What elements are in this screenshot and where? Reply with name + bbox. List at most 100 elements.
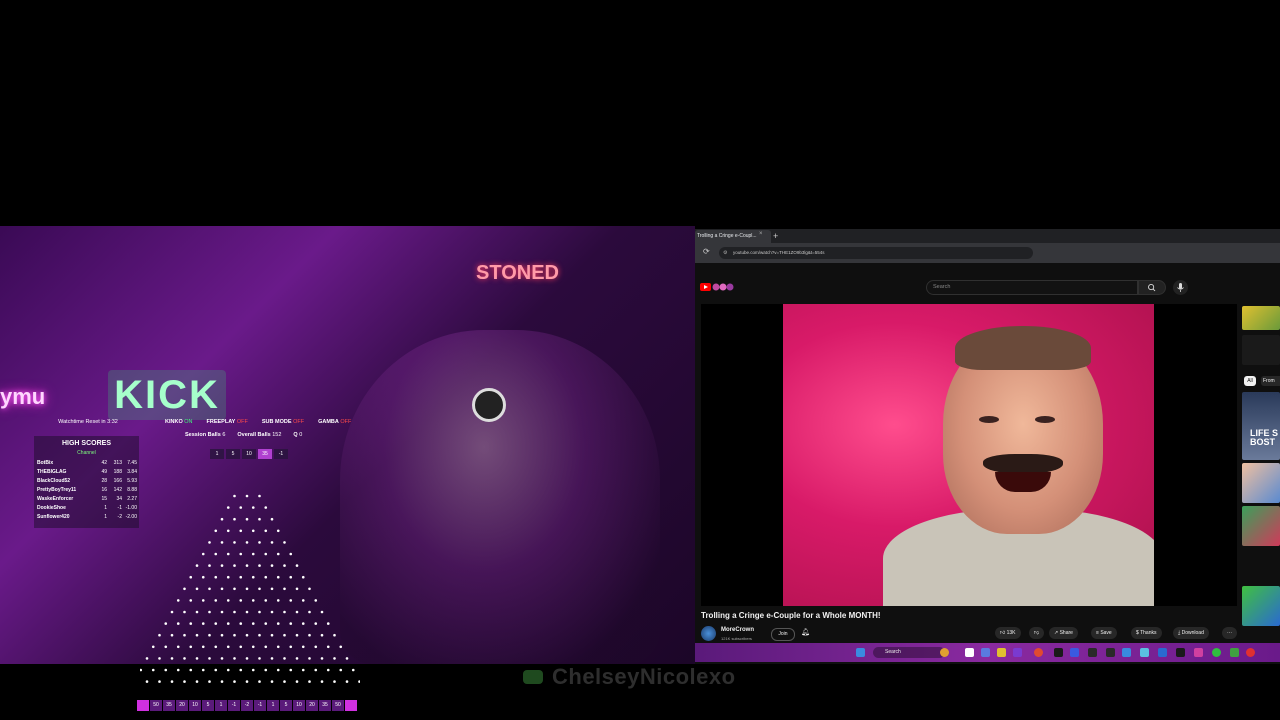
widgets-icon[interactable]: [940, 648, 949, 657]
app-icon[interactable]: [1070, 648, 1079, 657]
sidebar-thumbnail[interactable]: [1242, 506, 1280, 546]
download-button[interactable]: ⤓ Download: [1173, 627, 1209, 639]
streamer-channel-name: ChelseyNicolexo: [552, 664, 736, 689]
youtube-search-input[interactable]: Search: [926, 280, 1138, 295]
video-subject-eye: [979, 416, 999, 423]
plinko-peg: [183, 633, 186, 637]
plinko-peg: [258, 541, 261, 544]
plinko-peg: [295, 657, 299, 660]
bucket: 10: [189, 700, 201, 711]
plinko-peg: [264, 529, 268, 533]
plinko-peg: [239, 622, 243, 625]
reload-icon[interactable]: ⟳: [703, 247, 710, 256]
plinko-peg: [308, 633, 311, 637]
sidebar-thumbnail[interactable]: [1242, 306, 1280, 330]
join-button[interactable]: Join: [771, 628, 795, 641]
sidebar-thumbnail[interactable]: [1242, 335, 1280, 365]
streamer-figure: [340, 330, 660, 664]
taskbar-search[interactable]: Search: [873, 647, 945, 658]
app-icon[interactable]: [1013, 648, 1022, 657]
chrome-icon[interactable]: [1034, 648, 1043, 657]
start-menu-icon[interactable]: [856, 648, 865, 657]
app-icon[interactable]: [981, 648, 990, 657]
plinko-peg: [333, 680, 336, 683]
chip-all[interactable]: All: [1244, 376, 1256, 386]
microphone-icon[interactable]: [1173, 280, 1188, 295]
plinko-peg: [170, 680, 174, 683]
plinko-peg: [245, 587, 249, 591]
bell-icon[interactable]: 🔔︎: [801, 628, 810, 636]
task-view-icon[interactable]: [965, 648, 974, 657]
app-icon[interactable]: [1158, 648, 1167, 657]
close-icon[interactable]: ×: [759, 231, 763, 237]
like-button[interactable]: 👍︎ 13K: [995, 627, 1021, 639]
sidebar-thumbnail[interactable]: [1242, 463, 1280, 503]
plinko-peg: [258, 610, 261, 614]
score-b: 34: [116, 496, 122, 502]
app-icon[interactable]: [1246, 648, 1255, 657]
app-icon[interactable]: [1176, 648, 1185, 657]
share-button[interactable]: ↗ Share: [1049, 627, 1078, 639]
app-icon[interactable]: [1140, 648, 1149, 657]
sidebar-thumbnail[interactable]: LIFE S BOST: [1242, 392, 1280, 460]
plinko-peg: [276, 645, 280, 649]
app-icon[interactable]: [1230, 648, 1239, 657]
plinko-peg: [239, 575, 243, 579]
score-name: BlackCloud52: [37, 478, 71, 484]
plinko-peg: [208, 610, 211, 614]
search-icon[interactable]: [1138, 280, 1166, 295]
plinko-peg: [245, 541, 249, 544]
plinko-peg: [289, 622, 293, 625]
score-b: 188: [113, 469, 122, 475]
dislike-button[interactable]: 👎︎: [1029, 627, 1045, 639]
app-icon[interactable]: [1122, 648, 1131, 657]
plinko-peg: [220, 657, 224, 660]
app-icon[interactable]: [1088, 648, 1097, 657]
bet-chip-row: 1 5 10 35 -1: [210, 449, 288, 459]
save-button[interactable]: ≡ Save: [1091, 627, 1117, 639]
plinko-peg: [214, 529, 218, 533]
channel-avatar[interactable]: [701, 626, 716, 641]
plinko-peg: [339, 645, 343, 649]
score-row: THEBIGLAG 49 188 3.84: [37, 469, 139, 478]
video-frame[interactable]: [783, 304, 1154, 606]
app-icon[interactable]: [1106, 648, 1115, 657]
spotify-icon[interactable]: [1212, 648, 1221, 657]
bucket: 35: [163, 700, 175, 711]
status-freeplay: FREEPLAY OFF: [206, 419, 248, 425]
plinko-peg: [289, 599, 293, 602]
app-icon[interactable]: [1194, 648, 1203, 657]
plinko-peg: [358, 680, 360, 683]
chip-from[interactable]: From: [1261, 376, 1280, 386]
thanks-button[interactable]: $ Thanks: [1131, 627, 1162, 639]
new-tab-button[interactable]: +: [773, 229, 778, 243]
plinko-peg: [270, 564, 274, 567]
more-actions-button[interactable]: ···: [1222, 627, 1237, 639]
plinko-peg: [326, 668, 330, 672]
plinko-peg: [189, 599, 193, 602]
plinko-peg: [345, 657, 349, 660]
score-name: DookieShoe: [37, 505, 66, 511]
plinko-peg: [251, 529, 255, 533]
plinko-peg: [183, 680, 186, 683]
tab-bar: [695, 229, 1280, 243]
plinko-peg: [251, 552, 255, 556]
youtube-logo-icon[interactable]: [700, 282, 736, 292]
plinko-peg: [251, 506, 255, 509]
plinko-peg: [233, 610, 236, 614]
plinko-peg: [208, 564, 211, 567]
file-explorer-icon[interactable]: [997, 648, 1006, 657]
app-icon[interactable]: [1054, 648, 1063, 657]
plinko-peg: [208, 587, 211, 591]
plinko-peg: [239, 645, 243, 649]
channel-name[interactable]: MoreCrown: [721, 627, 754, 633]
plinko-peg: [295, 587, 299, 591]
site-info-icon[interactable]: ⚙: [723, 250, 727, 256]
plinko-peg: [301, 645, 305, 649]
url-field[interactable]: youtube.com/watch?v=THE1ZO9b3lg&t=554s: [719, 247, 1033, 259]
score-row: PrettyBoyTrey11 16 142 8.88: [37, 487, 139, 496]
plinko-peg: [264, 552, 268, 556]
plinko-peg: [208, 657, 211, 660]
plinko-peg: [301, 599, 305, 602]
sidebar-thumbnail[interactable]: [1242, 586, 1280, 626]
